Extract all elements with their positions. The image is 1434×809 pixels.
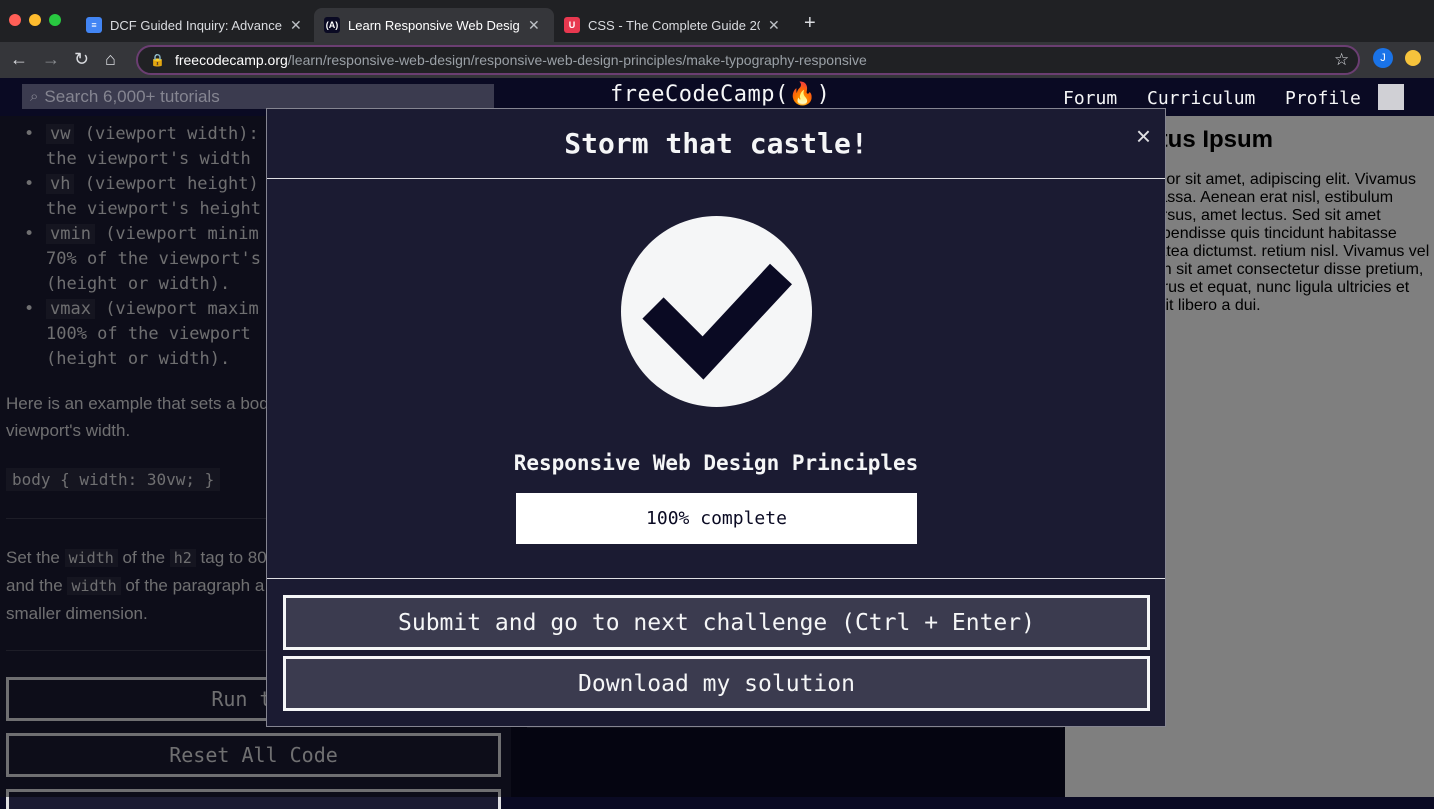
back-icon[interactable]: ←: [10, 50, 28, 68]
checkmark-icon: [621, 216, 812, 407]
bookmark-star-icon[interactable]: ☆: [1334, 50, 1349, 70]
close-tab-icon[interactable]: ✕: [528, 17, 540, 34]
browser-toolbar: ← → ↻ ⌂ 🔒 freecodecamp.org/learn/respons…: [0, 42, 1434, 78]
new-tab-icon[interactable]: +: [804, 12, 816, 35]
progress-label: 100% complete: [646, 508, 787, 529]
avatar[interactable]: [1378, 84, 1404, 110]
search-input[interactable]: ⌕ Search 6,000+ tutorials: [22, 84, 494, 109]
modal-title: Storm that castle!: [564, 127, 868, 160]
browser-tab-freecodecamp[interactable]: (A) Learn Responsive Web Design ✕: [314, 8, 554, 42]
nav-forum[interactable]: Forum: [1063, 88, 1117, 109]
close-window-button[interactable]: [9, 14, 21, 26]
forward-icon[interactable]: →: [42, 50, 60, 68]
nav-curriculum[interactable]: Curriculum: [1147, 88, 1255, 109]
reload-icon[interactable]: ↻: [74, 50, 89, 68]
google-docs-icon: ≡: [86, 17, 102, 33]
fcc-logo[interactable]: freeCodeCamp(🔥): [610, 82, 830, 107]
lock-icon: 🔒: [150, 53, 165, 67]
udemy-icon: U: [564, 17, 580, 33]
browser-profile-avatar[interactable]: J: [1373, 48, 1393, 68]
search-icon: ⌕: [30, 88, 39, 105]
address-bar[interactable]: 🔒 freecodecamp.org/learn/responsive-web-…: [136, 45, 1360, 75]
browser-tab-udemy[interactable]: U CSS - The Complete Guide 2021 ✕: [554, 8, 790, 42]
home-icon[interactable]: ⌂: [105, 50, 116, 68]
nav-profile[interactable]: Profile: [1285, 88, 1361, 109]
browser-tab-docs[interactable]: ≡ DCF Guided Inquiry: Advanced ✕: [76, 8, 312, 42]
minimize-window-button[interactable]: [29, 14, 41, 26]
close-tab-icon[interactable]: ✕: [768, 17, 780, 34]
block-name: Responsive Web Design Principles: [513, 451, 919, 475]
progress-bar: 100% complete: [516, 493, 917, 544]
modal-header: Storm that castle! ×: [267, 109, 1165, 179]
extension-icon[interactable]: [1405, 50, 1421, 66]
download-solution-button[interactable]: Download my solution: [283, 656, 1150, 711]
submit-next-challenge-button[interactable]: Submit and go to next challenge (Ctrl + …: [283, 595, 1150, 650]
browser-tab-bar: ≡ DCF Guided Inquiry: Advanced ✕ (A) Lea…: [0, 0, 1434, 42]
divider: [267, 578, 1165, 579]
close-tab-icon[interactable]: ✕: [290, 17, 302, 34]
maximize-window-button[interactable]: [49, 14, 61, 26]
freecodecamp-icon: (A): [324, 17, 340, 33]
completion-modal: Storm that castle! × Responsive Web Desi…: [266, 108, 1166, 727]
close-icon[interactable]: ×: [1136, 123, 1151, 149]
